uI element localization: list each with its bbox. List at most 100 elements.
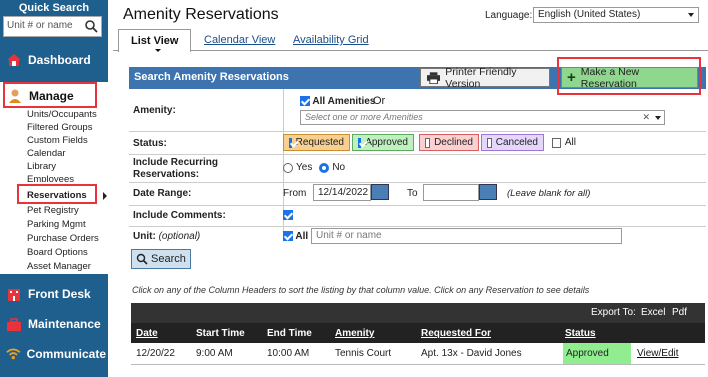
new-reservation-highlight	[557, 57, 701, 95]
status-all-checkbox[interactable]	[552, 137, 561, 148]
status-requested-checkbox[interactable]	[289, 137, 292, 148]
amenity-multiselect[interactable]: Select one or more Amenities ✕	[300, 110, 665, 125]
nav-front-desk-label: Front Desk	[28, 287, 91, 301]
col-status[interactable]: Status	[565, 328, 596, 339]
nav-dashboard[interactable]: Dashboard	[6, 49, 106, 71]
printer-friendly-label: Printer Friendly Version	[445, 65, 517, 90]
home-icon	[7, 54, 21, 66]
date-range-label: Date Range:	[133, 188, 192, 199]
status-all[interactable]: All	[547, 134, 581, 151]
cell-amenity: Tennis Court	[335, 348, 392, 359]
status-declined[interactable]: Declined	[419, 134, 479, 151]
submenu-item[interactable]: Units/Occupants	[27, 109, 97, 120]
recurring-yes-radio[interactable]	[283, 162, 293, 173]
from-label: From	[283, 188, 307, 199]
submenu-item[interactable]: Filtered Groups	[27, 122, 92, 133]
status-canceled-label: Canceled	[495, 137, 538, 148]
submenu-item[interactable]: Parking Mgmt	[27, 219, 86, 230]
recurring-options: Yes No	[283, 162, 345, 173]
all-amenities-option[interactable]: All Amenities	[300, 96, 375, 107]
nav-communicate[interactable]: Communicate	[6, 343, 106, 365]
col-date[interactable]: Date	[136, 328, 158, 339]
status-approved-label: Approved	[365, 137, 408, 148]
from-date-input[interactable]: 12/14/2022	[313, 184, 371, 201]
cell-date: 12/20/22	[136, 348, 175, 359]
unit-all-option[interactable]: All	[283, 231, 308, 242]
status-approved-checkbox[interactable]	[358, 137, 362, 148]
clear-icon[interactable]: ✕	[642, 112, 650, 123]
export-pdf-link[interactable]: Pdf	[672, 307, 687, 318]
quick-search-input[interactable]: Unit # or name	[7, 20, 81, 31]
submenu-item[interactable]: Library	[27, 161, 56, 172]
search-button-label: Search	[151, 253, 186, 265]
status-canceled[interactable]: Canceled	[481, 134, 544, 151]
unit-all-label: All	[295, 231, 309, 242]
table-header-row: Date Start Time End Time Amenity Request…	[131, 323, 705, 343]
status-canceled-checkbox[interactable]	[487, 137, 492, 148]
status-requested-label: Requested	[295, 137, 344, 148]
divider	[129, 182, 706, 183]
submenu-item[interactable]: Custom Fields	[27, 135, 88, 146]
comments-checkbox[interactable]	[283, 210, 293, 220]
divider	[129, 131, 706, 132]
status-requested[interactable]: Requested	[283, 134, 350, 151]
view-edit-link[interactable]: View/Edit	[637, 348, 679, 359]
export-excel-link[interactable]: Excel	[641, 307, 665, 318]
submenu-item[interactable]: Pet Registry	[27, 205, 79, 216]
search-icon	[136, 253, 148, 265]
nav-front-desk[interactable]: Front Desk	[6, 283, 106, 305]
manage-submenu: Units/Occupants Filtered Groups Custom F…	[0, 82, 108, 274]
submenu-item[interactable]: Board Options	[27, 247, 88, 258]
export-to-label: Export To:	[591, 307, 636, 318]
results-section: Click on any of the Column Headers to so…	[129, 282, 706, 377]
divider	[129, 154, 706, 155]
search-icon[interactable]	[84, 19, 98, 34]
printer-friendly-button[interactable]: Printer Friendly Version	[420, 65, 550, 90]
quick-search-title: Quick Search	[18, 2, 90, 14]
amenity-placeholder: Select one or more Amenities	[305, 112, 423, 122]
nav-maintenance-label: Maintenance	[28, 317, 101, 331]
unit-label-text: Unit:	[133, 231, 156, 242]
printer-icon	[427, 71, 441, 84]
wifi-icon	[6, 348, 21, 360]
col-requested-for[interactable]: Requested For	[421, 328, 491, 339]
to-label: To	[407, 188, 418, 199]
to-date-input[interactable]	[423, 184, 479, 201]
blank-note: (Leave blank for all)	[507, 188, 591, 199]
recurring-yes-label: Yes	[296, 162, 313, 173]
all-amenities-checkbox[interactable]	[300, 96, 310, 107]
status-declined-checkbox[interactable]	[425, 137, 431, 148]
nav-communicate-label: Communicate	[26, 347, 106, 361]
col-end-time[interactable]: End Time	[267, 328, 312, 339]
search-panel-title: Search Amenity Reservations	[134, 71, 289, 83]
col-start-time[interactable]: Start Time	[196, 328, 245, 339]
chevron-down-icon	[655, 116, 661, 120]
building-icon	[8, 289, 20, 301]
submenu-item[interactable]: Purchase Orders	[27, 233, 99, 244]
submenu-item[interactable]: Asset Manager	[27, 261, 91, 272]
submenu-item[interactable]: Employees	[27, 174, 74, 182]
unit-optional-text: (optional)	[158, 231, 201, 242]
nav-maintenance[interactable]: Maintenance	[6, 313, 106, 335]
quick-search-box[interactable]: Unit # or name	[3, 16, 102, 37]
status-approved[interactable]: Approved	[352, 134, 414, 151]
comments-label: Include Comments:	[133, 210, 226, 221]
unit-all-checkbox[interactable]	[283, 231, 293, 242]
submenu-item[interactable]: Calendar	[27, 148, 66, 159]
recurring-no-radio[interactable]	[319, 162, 330, 173]
status-declined-label: Declined	[434, 137, 473, 148]
search-button[interactable]: Search	[131, 249, 191, 269]
table-row[interactable]: 12/20/22 9:00 AM 10:00 AM Tennis Court A…	[131, 343, 705, 365]
chevron-right-icon	[103, 192, 107, 200]
status-label: Status:	[133, 138, 167, 149]
divider	[129, 205, 706, 206]
or-text: Or	[373, 95, 386, 107]
col-amenity[interactable]: Amenity	[335, 328, 374, 339]
calendar-icon[interactable]	[371, 184, 389, 200]
status-all-label: All	[564, 137, 576, 148]
calendar-icon[interactable]	[479, 184, 497, 200]
nav-dashboard-label: Dashboard	[28, 53, 91, 67]
divider	[129, 226, 706, 227]
cell-end-time: 10:00 AM	[267, 348, 310, 359]
unit-input[interactable]: Unit # or name	[311, 228, 622, 244]
